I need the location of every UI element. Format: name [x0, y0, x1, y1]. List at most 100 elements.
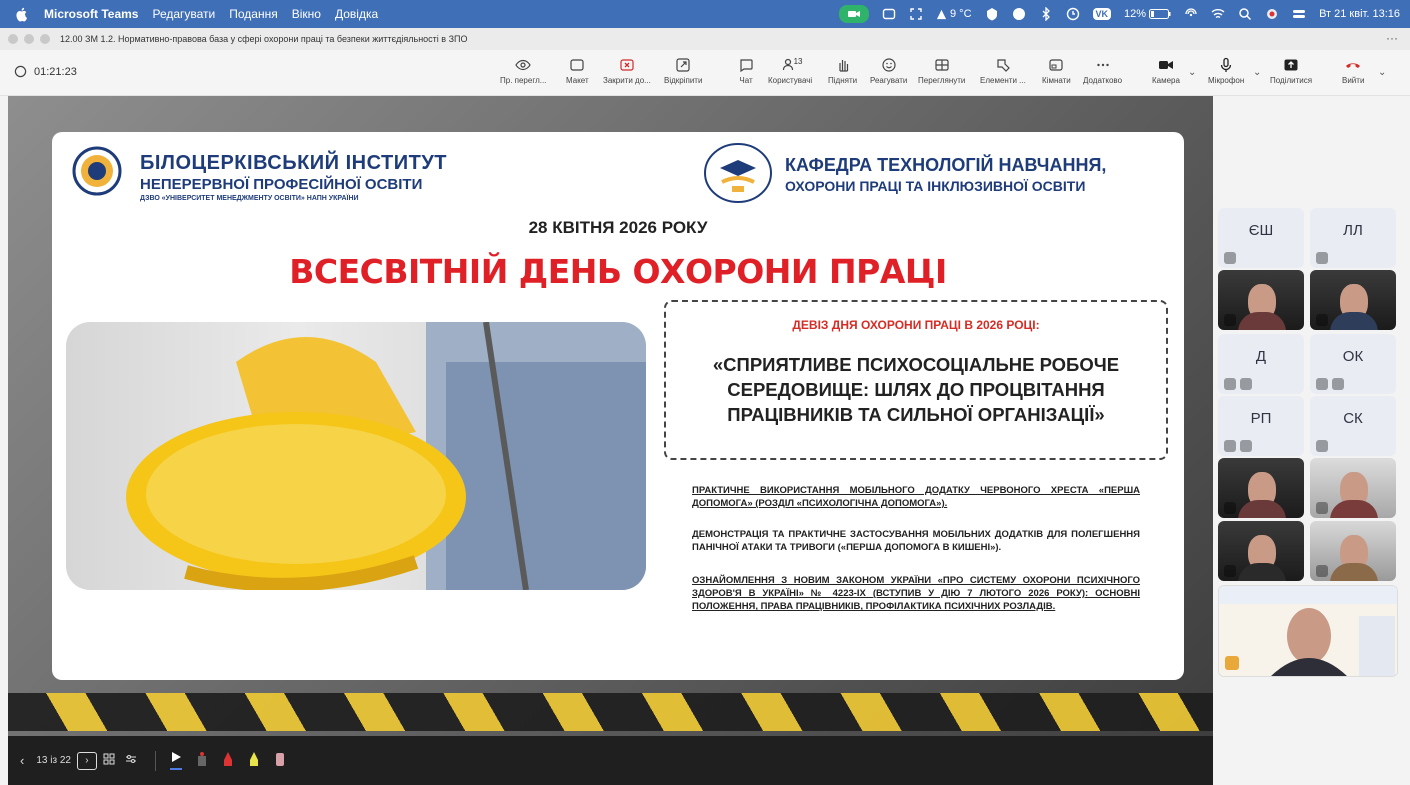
camera-icon: [1158, 61, 1173, 69]
react-button[interactable]: Реагувати: [870, 57, 907, 85]
next-slide-button[interactable]: ›: [76, 751, 97, 770]
participant-video-tile[interactable]: [1310, 270, 1396, 330]
app-name-menu[interactable]: Microsoft Teams: [44, 7, 138, 21]
participant-video-tile[interactable]: [1218, 521, 1304, 581]
apps-button[interactable]: Елементи ...: [980, 57, 1026, 85]
pointer-tool-icon[interactable]: [169, 751, 182, 770]
presenter-view-button[interactable]: Пр. перегл...: [500, 57, 546, 85]
menu-bar: Microsoft Teams Редагувати Подання Вікно…: [0, 0, 1410, 28]
pen-tool-icon[interactable]: [222, 751, 234, 770]
presenter-view-label: Пр. перегл...: [500, 76, 547, 85]
self-view-tile[interactable]: [1218, 585, 1398, 677]
window-title-bar: 12.00 ЗМ 1.2. Нормативно-правова база у …: [0, 28, 1410, 50]
chat-button[interactable]: Чат: [738, 57, 754, 85]
viber-icon[interactable]: [1012, 7, 1026, 21]
temperature: 9 °C: [950, 8, 972, 20]
participant-tile[interactable]: ЄШ: [1218, 208, 1304, 268]
eraser-tool-icon[interactable]: [274, 751, 286, 770]
participant-video-tile[interactable]: [1218, 458, 1304, 518]
vpn-icon[interactable]: [985, 7, 999, 21]
participant-tile[interactable]: Д: [1218, 334, 1304, 394]
view-button[interactable]: Переглянути: [918, 57, 965, 85]
participant-initials: Д: [1255, 348, 1267, 365]
mic-options-chevron-icon[interactable]: ⌄: [1253, 67, 1261, 78]
camera-button[interactable]: Камера: [1152, 57, 1180, 85]
weather-widget[interactable]: 9 °C: [936, 8, 972, 20]
minimize-window-button[interactable]: [24, 34, 34, 44]
window-icon[interactable]: [882, 7, 896, 21]
microphone-label: Мікрофон: [1208, 76, 1245, 85]
participant-body: [1330, 563, 1378, 581]
camera-options-chevron-icon[interactable]: ⌄: [1188, 67, 1196, 78]
participant-video-tile[interactable]: [1310, 521, 1396, 581]
leave-options-chevron-icon[interactable]: ⌄: [1378, 67, 1386, 78]
people-button[interactable]: 13 Користувачі: [768, 57, 812, 85]
control-center-icon[interactable]: [1292, 7, 1306, 21]
clock-icon[interactable]: [1066, 7, 1080, 21]
hand-icon: [838, 60, 848, 72]
apps-icon: [997, 59, 1010, 72]
previous-slide-button[interactable]: ‹: [20, 753, 24, 768]
hazard-stripe: [8, 693, 1213, 731]
participant-tile[interactable]: РП: [1218, 396, 1304, 456]
menu-view[interactable]: Подання: [229, 7, 277, 21]
participant-tile[interactable]: СК: [1310, 396, 1396, 456]
bluetooth-icon[interactable]: [1039, 7, 1053, 21]
zoom-window-button[interactable]: [40, 34, 50, 44]
muted-mic-icon: [1316, 565, 1328, 577]
react-label: Реагувати: [870, 76, 908, 85]
muted-mic-icon: [1240, 378, 1252, 390]
settings-sliders-icon[interactable]: [125, 753, 137, 768]
menubar-clock[interactable]: Вт 21 квіт. 13:16: [1319, 8, 1400, 20]
menu-edit[interactable]: Редагувати: [152, 7, 215, 21]
motto-box: ДЕВІЗ ДНЯ ОХОРОНИ ПРАЦІ В 2026 РОЦІ: «СП…: [664, 300, 1168, 460]
share-label: Поділитися: [1270, 76, 1313, 85]
stop-presenting-button[interactable]: Закрити до...: [603, 57, 651, 85]
wifi-icon[interactable]: [1211, 7, 1225, 21]
view-label: Переглянути: [918, 76, 966, 85]
microphone-button[interactable]: Мікрофон: [1208, 57, 1244, 85]
toolbar-divider: [154, 750, 156, 771]
vk-badge[interactable]: VK: [1092, 8, 1112, 20]
leave-button[interactable]: Вийти: [1342, 57, 1364, 85]
agenda-item-1: ПРАКТИЧНЕ ВИКОРИСТАННЯ МОБІЛЬНОГО ДОДАТК…: [692, 485, 1140, 509]
muted-mic-icon: [1224, 440, 1236, 452]
department-name-line1: КАФЕДРА ТЕХНОЛОГІЙ НАВЧАННЯ,: [785, 155, 1107, 175]
slide-title: ВСЕСВІТНІЙ ДЕНЬ ОХОРОНИ ПРАЦІ: [289, 252, 947, 291]
apple-icon[interactable]: [14, 6, 30, 22]
participant-body: [1238, 500, 1286, 518]
rooms-button[interactable]: Кімнати: [1042, 57, 1071, 85]
rooms-label: Кімнати: [1042, 76, 1071, 85]
close-icon: [620, 59, 634, 71]
highlighter-tool-icon[interactable]: [248, 751, 260, 770]
grid-view-icon[interactable]: [103, 753, 115, 768]
pop-out-icon: [676, 58, 690, 72]
battery-indicator[interactable]: 12%: [1124, 8, 1171, 20]
focus-icon[interactable]: [909, 7, 923, 21]
participant-initials: РП: [1250, 410, 1272, 427]
layout-button[interactable]: Макет: [566, 57, 589, 85]
share-button[interactable]: Поділитися: [1270, 57, 1312, 85]
close-window-button[interactable]: [8, 34, 18, 44]
raise-hand-button[interactable]: Підняти: [828, 57, 857, 85]
rooms-icon: [1049, 59, 1063, 71]
camera-in-use-icon[interactable]: [839, 5, 869, 23]
slide-page-indicator: 13 із 22: [36, 755, 71, 766]
more-options-button[interactable]: ···: [1386, 31, 1398, 45]
participant-tile[interactable]: ЛЛ: [1310, 208, 1396, 268]
participant-video-tile[interactable]: [1310, 458, 1396, 518]
participant-tile[interactable]: ОК: [1310, 334, 1396, 394]
spotlight-search-icon[interactable]: [1238, 7, 1252, 21]
menu-window[interactable]: Вікно: [292, 7, 321, 21]
warning-icon: [936, 9, 947, 19]
laser-pointer-tool-icon[interactable]: [196, 751, 208, 770]
hotspot-icon[interactable]: [1184, 7, 1198, 21]
participant-video-tile[interactable]: [1218, 270, 1304, 330]
screen-record-icon[interactable]: [1265, 7, 1279, 21]
muted-mic-icon: [1316, 440, 1328, 452]
agenda-item-3: ОЗНАЙОМЛЕННЯ З НОВИМ ЗАКОНОМ УКРАЇНИ «ПР…: [692, 575, 1140, 612]
muted-mic-icon: [1224, 502, 1236, 514]
more-actions-button[interactable]: Додатково: [1083, 57, 1122, 85]
menu-help[interactable]: Довідка: [335, 7, 378, 21]
unpin-button[interactable]: Відкріпити: [664, 57, 702, 85]
